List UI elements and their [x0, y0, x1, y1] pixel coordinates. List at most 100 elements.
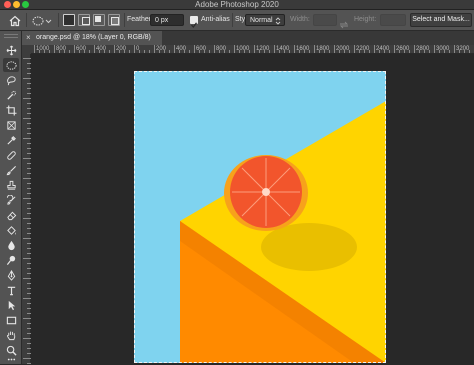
ruler-minor-tick — [139, 50, 140, 53]
select-and-mask-button[interactable]: Select and Mask... — [410, 13, 472, 27]
blur-tool-icon[interactable] — [3, 238, 19, 252]
move-tool-icon[interactable] — [3, 43, 19, 57]
panel-grip[interactable] — [4, 34, 18, 38]
ruler-minor-tick — [23, 118, 31, 119]
vertical-ruler[interactable] — [22, 54, 31, 364]
new-selection-button[interactable] — [63, 14, 75, 26]
ruler-minor-tick — [23, 198, 31, 199]
chevron-updown-icon — [275, 17, 281, 25]
style-select[interactable]: Normal — [245, 14, 285, 26]
ruler-label: 3200 — [456, 46, 470, 52]
eyedropper-tool-icon[interactable] — [3, 133, 19, 147]
ruler-minor-tick — [179, 50, 180, 53]
rectangle-tool-icon[interactable] — [3, 313, 19, 327]
ruler-major-tick — [254, 45, 255, 53]
ruler-label: 1200 — [256, 46, 270, 52]
paint-bucket-tool-icon[interactable] — [3, 223, 19, 237]
ruler-minor-tick — [219, 50, 220, 53]
add-to-selection-button[interactable] — [78, 14, 90, 26]
ruler-minor-tick — [189, 50, 190, 53]
pen-tool-icon[interactable] — [3, 268, 19, 282]
height-input[interactable] — [380, 14, 406, 26]
workspace[interactable] — [31, 54, 474, 364]
ruler-label: 2800 — [416, 46, 430, 52]
healing-brush-tool-icon[interactable] — [3, 148, 19, 162]
document-tab[interactable]: × orange.psd @ 18% (Layer 0, RGB/8) — [22, 31, 162, 45]
ruler-minor-tick — [359, 50, 360, 53]
orange-center — [262, 188, 270, 196]
document-tab-bar: × orange.psd @ 18% (Layer 0, RGB/8) — [22, 31, 474, 45]
ruler-minor-tick — [23, 238, 31, 239]
ruler-minor-tick — [69, 50, 70, 53]
ruler-major-tick — [174, 45, 175, 53]
ruler-label: 1000 — [36, 46, 50, 52]
ruler-minor-tick — [159, 50, 160, 53]
ruler-minor-tick — [23, 218, 31, 219]
feather-input[interactable]: 0 px — [150, 14, 184, 26]
ruler-minor-tick — [309, 50, 310, 53]
ruler-minor-tick — [304, 50, 305, 53]
ruler-minor-tick — [449, 50, 450, 53]
width-input[interactable] — [313, 14, 337, 26]
clone-stamp-tool-icon[interactable] — [3, 178, 19, 192]
path-selection-tool-icon[interactable] — [3, 298, 19, 312]
ruler-minor-tick — [84, 50, 85, 53]
ruler-minor-tick — [89, 50, 90, 53]
ruler-minor-tick — [259, 50, 260, 53]
ruler-minor-tick — [39, 50, 40, 53]
ruler-minor-tick — [459, 50, 460, 53]
dodge-tool-icon[interactable] — [3, 253, 19, 267]
ruler-major-tick — [394, 45, 395, 53]
document-canvas[interactable] — [134, 71, 386, 363]
more-tools-icon[interactable] — [3, 355, 19, 363]
anti-alias-checkbox[interactable] — [190, 16, 198, 29]
ruler-minor-tick — [329, 50, 330, 53]
close-tab-icon[interactable]: × — [26, 31, 31, 45]
home-icon[interactable] — [9, 14, 21, 27]
ruler-minor-tick — [124, 50, 125, 53]
frame-tool-icon[interactable] — [3, 118, 19, 132]
history-brush-tool-icon[interactable] — [3, 193, 19, 207]
quick-selection-tool-icon[interactable] — [3, 88, 19, 102]
crop-tool-icon[interactable] — [3, 103, 19, 117]
ruler-label: 3000 — [436, 46, 450, 52]
ruler-label: 1600 — [296, 46, 310, 52]
ruler-minor-tick — [23, 158, 31, 159]
ruler-major-tick — [414, 45, 415, 53]
ruler-minor-tick — [364, 50, 365, 53]
ruler-minor-tick — [419, 50, 420, 53]
ruler-minor-tick — [209, 50, 210, 53]
ruler-label: 2400 — [376, 46, 390, 52]
brush-tool-icon[interactable] — [3, 163, 19, 177]
ruler-minor-tick — [349, 50, 350, 53]
ruler-minor-tick — [149, 50, 150, 53]
ruler-minor-tick — [384, 50, 385, 53]
type-tool-icon[interactable] — [3, 283, 19, 297]
ruler-major-tick — [234, 45, 235, 53]
hand-tool-icon[interactable] — [3, 328, 19, 342]
intersect-with-selection-button[interactable] — [108, 14, 120, 26]
subtract-from-selection-button[interactable] — [93, 14, 105, 26]
rectangular-marquee-tool-icon[interactable] — [3, 58, 19, 72]
ruler-minor-tick — [23, 258, 31, 259]
ruler-minor-tick — [23, 98, 31, 99]
ruler-major-tick — [274, 45, 275, 53]
ruler-minor-tick — [439, 50, 440, 53]
ruler-minor-tick — [23, 358, 31, 359]
lasso-tool-icon[interactable] — [3, 73, 19, 87]
ruler-origin[interactable] — [22, 45, 31, 54]
horizontal-ruler[interactable]: 1000 800 600 400 200 0 200 400 600 800 1000 1200 140… — [31, 45, 474, 54]
anti-alias-label: Anti-alias — [201, 16, 230, 23]
ruler-minor-tick — [339, 50, 340, 53]
ruler-minor-tick — [224, 50, 225, 53]
ruler-label: 1000 — [236, 46, 250, 52]
ruler-major-tick — [74, 45, 75, 53]
ruler-major-tick — [294, 45, 295, 53]
eraser-tool-icon[interactable] — [3, 208, 19, 222]
ruler-major-tick — [34, 45, 35, 53]
ruler-minor-tick — [23, 138, 31, 139]
ruler-minor-tick — [184, 50, 185, 53]
marquee-preset-picker[interactable] — [31, 14, 53, 26]
ruler-minor-tick — [324, 50, 325, 53]
ruler-minor-tick — [44, 50, 45, 53]
